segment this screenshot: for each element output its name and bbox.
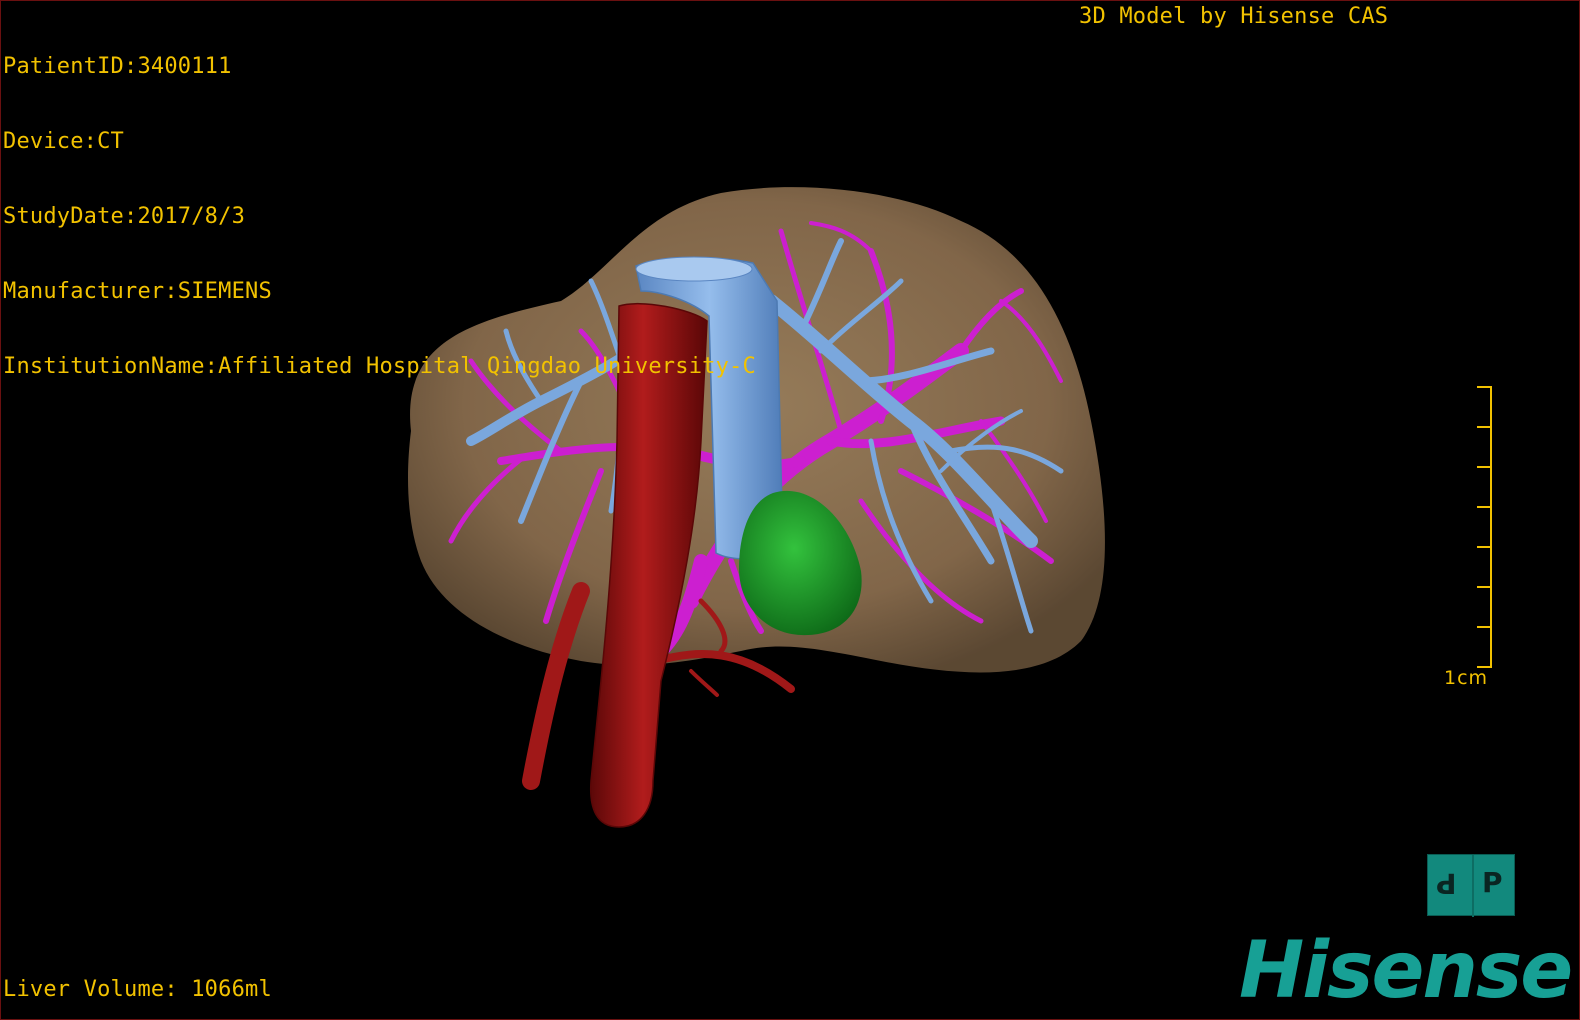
manufacturer-label: Manufacturer:SIEMENS xyxy=(3,279,272,304)
orientation-cube-icon[interactable]: P P xyxy=(1427,854,1515,917)
orientation-cube-divider xyxy=(1472,855,1474,917)
orientation-cube-right-face[interactable]: P xyxy=(1482,865,1503,901)
patient-id-label: PatientID:3400111 xyxy=(3,54,232,79)
liver-volume-label: Liver Volume: 1066ml xyxy=(3,977,272,1002)
viewer-title: 3D Model by Hisense CAS xyxy=(1079,4,1389,29)
study-date-label: StudyDate:2017/8/3 xyxy=(3,204,246,229)
3d-viewport[interactable]: PatientID:3400111 Device:CT StudyDate:20… xyxy=(0,0,1580,1020)
hisense-logo: Hisense xyxy=(1239,926,1573,1016)
patient-info-overlay: PatientID:3400111 Device:CT StudyDate:20… xyxy=(3,4,756,429)
orientation-cube-left-face[interactable]: P xyxy=(1436,865,1457,901)
institution-label: InstitutionName:Affiliated Hospital Qing… xyxy=(3,354,756,379)
scale-bar-icon xyxy=(1477,386,1492,668)
device-label: Device:CT xyxy=(3,129,125,154)
scale-label: 1cm xyxy=(1444,667,1489,689)
